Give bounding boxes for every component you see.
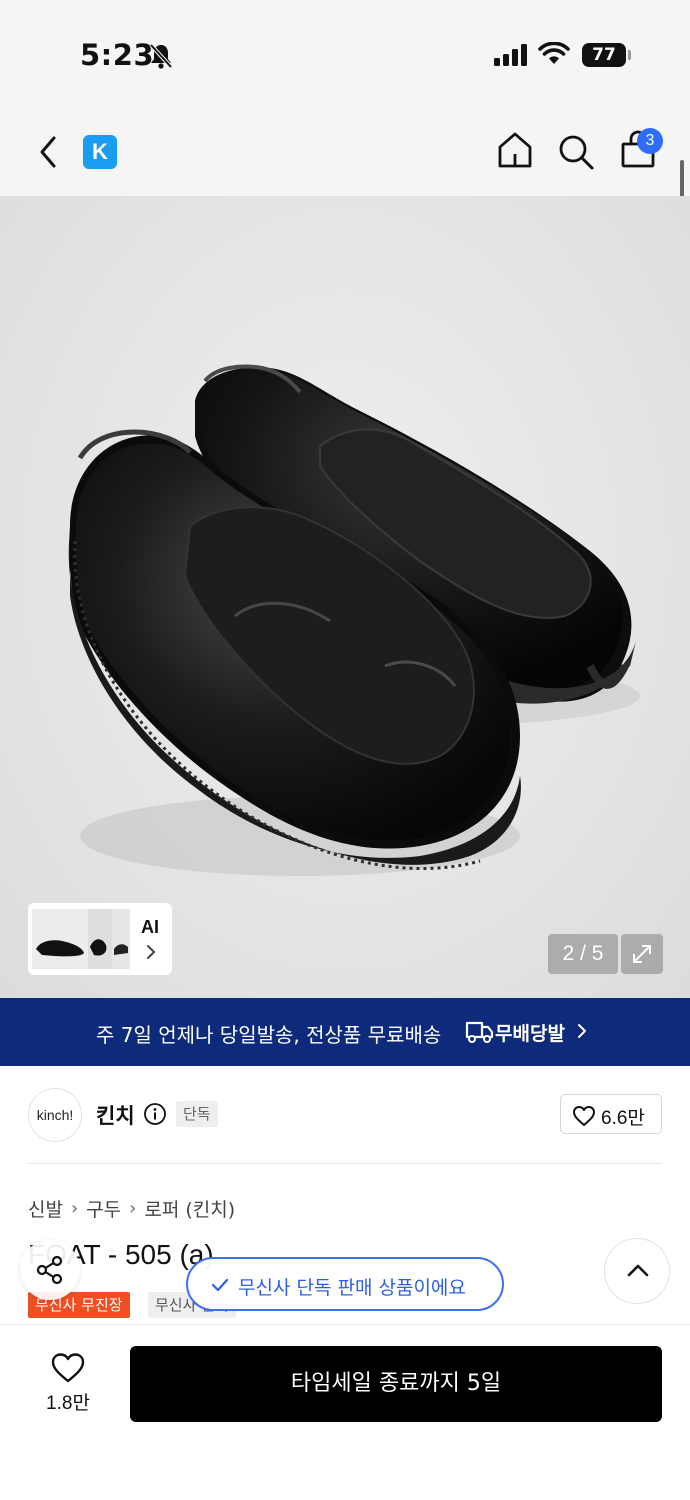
store-logo-badge[interactable]: K <box>83 135 117 169</box>
breadcrumb: 신발 › 구두 › 로퍼 (킨치) <box>28 1195 235 1222</box>
ai-label: AI <box>141 917 159 937</box>
chevron-up-icon <box>627 1264 649 1277</box>
delivery-promo-banner[interactable]: 주 7일 언제나 당일발송, 전상품 무료배송 무배당발 <box>0 998 690 1066</box>
timesale-buy-button[interactable]: 타임세일 종료까지 5일 <box>130 1346 662 1422</box>
exclusive-tag: 단독 <box>176 1101 218 1127</box>
brand-name[interactable]: 킨치 <box>96 1100 135 1130</box>
signal-icon <box>494 44 527 66</box>
bottom-purchase-bar: 1.8만 타임세일 종료까지 5일 <box>0 1324 690 1500</box>
share-button[interactable] <box>20 1240 80 1300</box>
battery-tip <box>628 50 631 60</box>
battery-icon: 77 <box>582 43 626 67</box>
back-icon[interactable] <box>30 132 66 172</box>
status-time: 5:23 <box>80 38 155 72</box>
wifi-icon <box>538 42 570 64</box>
scroll-to-top-button[interactable] <box>604 1238 670 1304</box>
status-bar: 5:23 77 <box>0 0 690 110</box>
breadcrumb-item[interactable]: 로퍼 (킨치) <box>144 1195 235 1222</box>
brand-like-button[interactable]: 6.6만 <box>560 1094 662 1134</box>
brand-like-count: 6.6만 <box>601 1108 645 1129</box>
banner-badge-text: 무배당발 <box>495 1023 565 1045</box>
breadcrumb-item[interactable]: 신발 <box>28 1195 63 1222</box>
ai-thumbnail-card[interactable]: AI <box>28 903 172 975</box>
search-icon[interactable] <box>557 132 595 172</box>
checkmark-icon <box>211 1278 229 1292</box>
cart-count-badge: 3 <box>637 128 663 154</box>
home-icon[interactable] <box>496 130 534 170</box>
exclusive-toast: 무신사 단독 판매 상품이에요 <box>186 1257 504 1311</box>
image-pager: 2 / 5 <box>548 934 618 974</box>
banner-text: 주 7일 언제나 당일발송, 전상품 무료배송 <box>96 1023 442 1047</box>
breadcrumb-item[interactable]: 구두 <box>86 1195 121 1222</box>
expand-button[interactable] <box>621 934 663 974</box>
heart-icon[interactable] <box>50 1352 86 1384</box>
brand-row: kinch! 킨치 단독 6.6만 <box>0 1066 690 1164</box>
toast-text: 무신사 단독 판매 상품이에요 <box>238 1277 466 1299</box>
divider <box>28 1163 662 1164</box>
share-icon <box>36 1255 63 1285</box>
breadcrumb-separator-icon: › <box>70 1198 79 1219</box>
nav-bar: K <box>0 110 690 196</box>
chevron-right-icon <box>578 1024 586 1038</box>
product-image-gallery[interactable]: AI 2 / 5 <box>0 196 690 998</box>
product-like-count: 1.8만 <box>46 1393 90 1414</box>
heart-icon <box>573 1106 595 1126</box>
product-photo-loafers <box>68 364 640 876</box>
expand-icon <box>633 945 651 963</box>
chevron-right-icon <box>147 945 155 959</box>
thumbnail-image <box>32 909 130 969</box>
bell-slash-icon <box>149 43 173 69</box>
brand-logo[interactable]: kinch! <box>28 1088 82 1142</box>
breadcrumb-separator-icon: › <box>129 1198 137 1219</box>
info-icon[interactable] <box>143 1102 167 1126</box>
delivery-truck-icon <box>465 1021 494 1043</box>
